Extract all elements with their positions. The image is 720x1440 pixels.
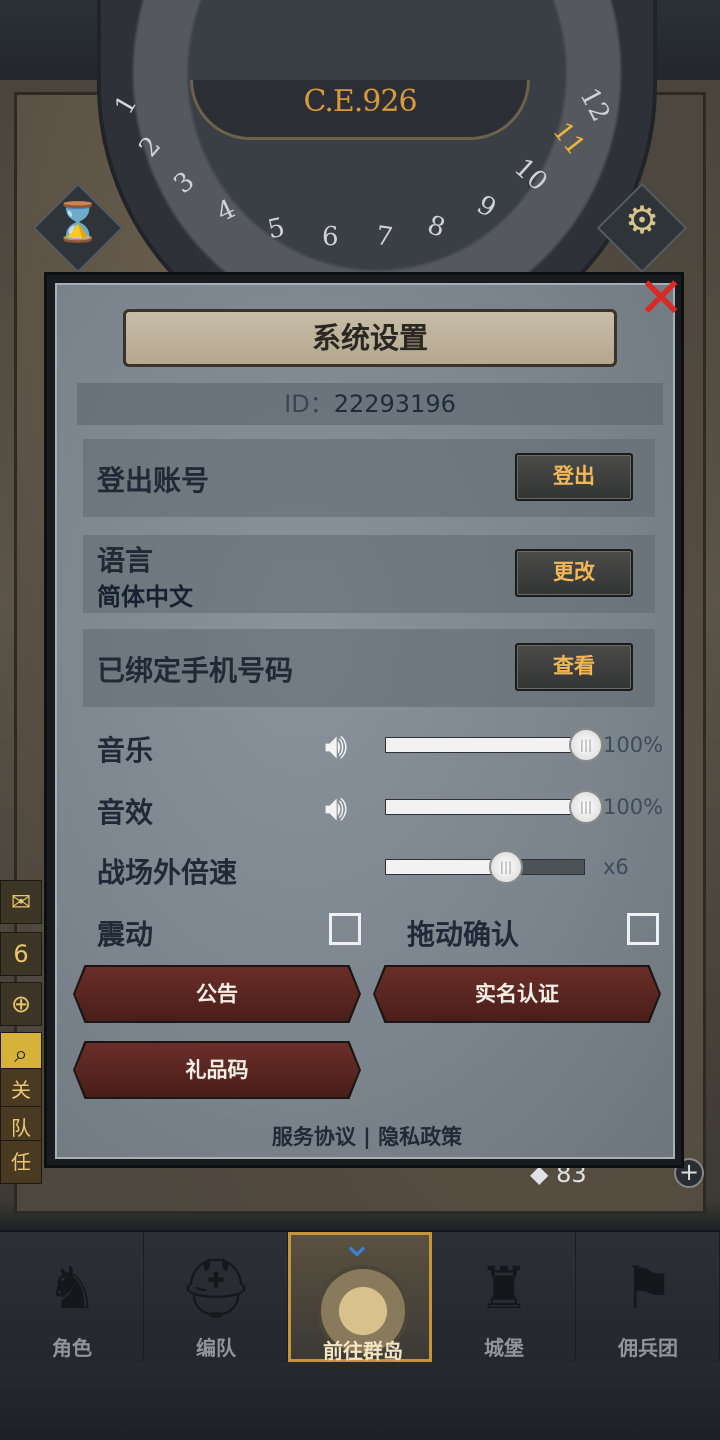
- nav-label: 前往群岛: [323, 1339, 403, 1363]
- speaker-icon[interactable]: 🔊︎: [313, 789, 359, 829]
- nav-label: 佣兵团: [618, 1336, 678, 1360]
- bottom-navigation: ♞ 角色 ⛑ 编队 ⌄ 前往群岛 ♜ 城堡 ⚑ 佣兵团: [0, 1221, 720, 1363]
- target-icon[interactable]: ⊕: [0, 982, 42, 1026]
- battle-speed-fill: [386, 860, 506, 874]
- banner-icon: ⚑: [622, 1254, 674, 1322]
- sfx-label: 音效: [97, 796, 154, 829]
- vibration-checkbox[interactable]: [329, 913, 361, 945]
- user-id: ID：22293196: [77, 383, 663, 425]
- announcement-button[interactable]: 公告: [75, 967, 359, 1021]
- logout-button[interactable]: 登出: [515, 453, 633, 501]
- settings-dialog: 系统设置 ID：22293196 登出账号 登出 语言 简体中文 更改 已绑定手…: [44, 271, 687, 1168]
- nav-label: 角色: [52, 1336, 92, 1360]
- music-label: 音乐: [97, 734, 154, 767]
- battle-speed-label: 战场外倍速: [97, 856, 238, 889]
- bottom-edge: [0, 1362, 720, 1440]
- drag-confirm-label: 拖动确认: [407, 918, 520, 951]
- logout-label: 登出账号: [97, 464, 210, 497]
- sfx-value: 100%: [603, 795, 664, 819]
- sfx-slider-knob[interactable]: |||: [569, 790, 603, 824]
- music-value: 100%: [603, 733, 664, 757]
- nav-label: 编队: [196, 1336, 236, 1360]
- knight-icon: ♞: [46, 1254, 98, 1322]
- nav-item-islands[interactable]: ⌄ 前往群岛: [288, 1221, 432, 1363]
- battle-speed-slider[interactable]: |||: [385, 850, 585, 884]
- footer-separator: |: [363, 1125, 371, 1149]
- phone-label: 已绑定手机号码: [97, 654, 294, 687]
- hourglass-icon: ⌛: [54, 200, 102, 244]
- vibration-label: 震动: [97, 918, 154, 951]
- helmet-icon: ⛑: [179, 1254, 253, 1322]
- battle-speed-value: x6: [603, 855, 629, 879]
- badge-count: 6: [13, 940, 29, 968]
- badge-icon[interactable]: 6: [0, 932, 42, 976]
- change-language-button[interactable]: 更改: [515, 549, 633, 597]
- terms-link[interactable]: 服务协议: [272, 1125, 356, 1149]
- dialog-panel: 系统设置 ID：22293196 登出账号 登出 语言 简体中文 更改 已绑定手…: [55, 283, 675, 1159]
- drag-confirm-checkbox[interactable]: [627, 913, 659, 945]
- privacy-link[interactable]: 隐私政策: [378, 1125, 462, 1149]
- language-label: 语言: [97, 544, 154, 577]
- footer-links: 服务协议 | 隐私政策: [57, 1121, 677, 1151]
- side-text: 任: [0, 1140, 42, 1184]
- music-slider[interactable]: |||: [385, 728, 603, 762]
- sfx-slider-fill: [386, 800, 586, 814]
- gift-code-button[interactable]: 礼品码: [75, 1043, 359, 1097]
- nav-item-formation[interactable]: ⛑ 编队: [144, 1232, 288, 1362]
- era-year-label: C.E.926: [303, 84, 417, 119]
- phone-row: 已绑定手机号码 查看: [83, 629, 655, 707]
- scroll-icon[interactable]: ✉: [0, 880, 42, 924]
- nav-label: 城堡: [484, 1336, 524, 1360]
- close-icon[interactable]: ✕: [635, 271, 687, 327]
- month-number: 6: [322, 222, 339, 252]
- real-name-verify-button[interactable]: 实名认证: [375, 967, 659, 1021]
- nav-item-mercenary[interactable]: ⚑ 佣兵团: [576, 1232, 720, 1362]
- battle-speed-knob[interactable]: |||: [489, 850, 523, 884]
- id-value: 22293196: [333, 390, 456, 418]
- castle-icon: ♜: [478, 1254, 530, 1322]
- nav-item-character[interactable]: ♞ 角色: [0, 1232, 144, 1362]
- language-row: 语言 简体中文 更改: [83, 535, 655, 613]
- speaker-icon[interactable]: 🔊︎: [313, 727, 359, 767]
- chevron-down-icon: ⌄: [341, 1221, 373, 1265]
- music-slider-fill: [386, 738, 586, 752]
- nav-item-castle[interactable]: ♜ 城堡: [432, 1232, 576, 1362]
- id-label: ID：: [284, 390, 334, 418]
- music-slider-knob[interactable]: |||: [569, 728, 603, 762]
- dialog-title: 系统设置: [123, 309, 617, 367]
- gear-icon: ⚙: [624, 198, 660, 242]
- language-value: 简体中文: [97, 583, 193, 611]
- view-phone-button[interactable]: 查看: [515, 643, 633, 691]
- logout-row: 登出账号 登出: [83, 439, 655, 517]
- sfx-slider[interactable]: |||: [385, 790, 603, 824]
